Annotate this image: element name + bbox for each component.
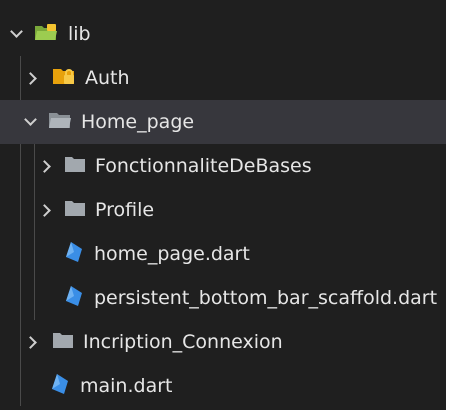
chevron-down-icon — [10, 24, 23, 38]
tree-item-profile[interactable]: Profile — [0, 188, 446, 232]
chevron-right-icon — [24, 335, 37, 349]
folder-icon — [64, 199, 86, 222]
tree-item-persistent-bottom-bar-scaffold-dart[interactable]: persistent_bottom_bar_scaffold.dart — [0, 276, 446, 320]
tree-item-label: Profile — [95, 198, 155, 221]
folder-icon — [52, 331, 74, 354]
tree-item-label: home_page.dart — [94, 242, 250, 265]
tree-item-label: Auth — [85, 66, 130, 89]
tree-item-label: Home_page — [81, 110, 195, 133]
folder-lib-open-icon — [34, 22, 58, 47]
tree-item-main-dart[interactable]: main.dart — [0, 364, 446, 408]
tree-item-home-page-dart[interactable]: home_page.dart — [0, 232, 446, 276]
tree-item-incription-connexion[interactable]: Incription_Connexion — [0, 320, 446, 364]
dart-file-icon — [50, 373, 70, 400]
chevron-down-icon — [24, 112, 37, 126]
tree-item-fonctionnalitedebases[interactable]: FonctionnaliteDeBases — [0, 144, 446, 188]
chevron-right-icon — [24, 71, 37, 85]
tree-item-label: Incription_Connexion — [83, 330, 283, 353]
tree-item-label: main.dart — [80, 374, 173, 397]
tree-item-home-page[interactable]: Home_page — [0, 100, 446, 144]
tree-item-label: lib — [68, 22, 91, 45]
tree-item-auth[interactable]: Auth — [0, 56, 446, 100]
folder-open-icon — [48, 110, 72, 135]
dart-file-icon — [64, 241, 84, 268]
folder-icon — [64, 155, 86, 178]
tree-item-label: FonctionnaliteDeBases — [95, 154, 312, 177]
file-explorer-tree: lib Auth Home_page FonctionnaliteDeBases… — [0, 0, 446, 410]
tree-item-label: persistent_bottom_bar_scaffold.dart — [94, 286, 438, 309]
tree-item-lib[interactable]: lib — [0, 12, 446, 56]
folder-lock-icon — [52, 66, 76, 91]
chevron-right-icon — [38, 159, 51, 173]
dart-file-icon — [64, 285, 84, 312]
chevron-right-icon — [38, 203, 51, 217]
